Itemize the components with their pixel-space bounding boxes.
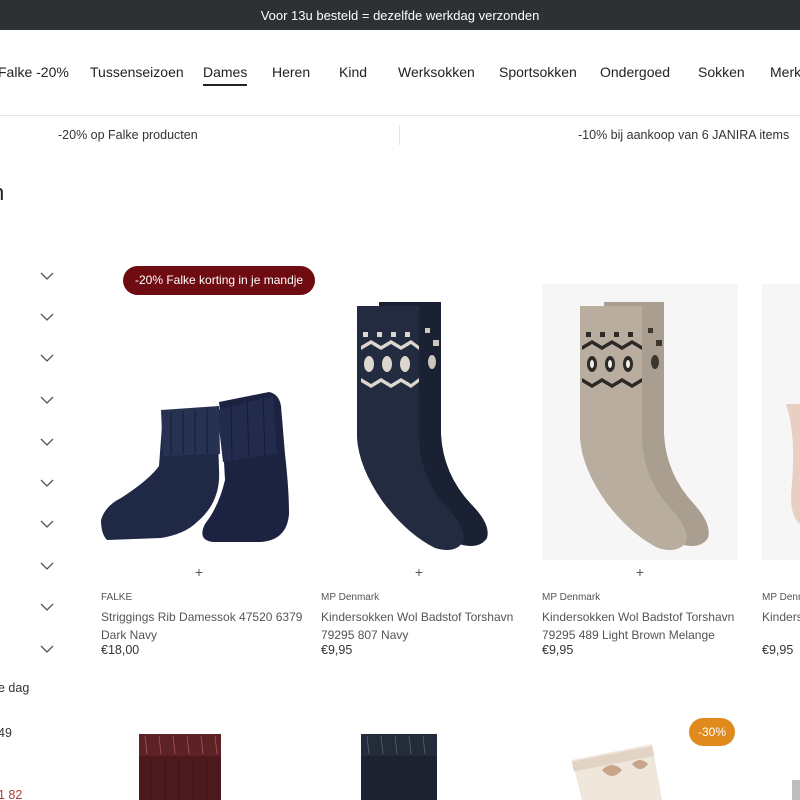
chevron-down-icon	[40, 520, 54, 528]
product-name[interactable]: Kindersokken Wol Badstof Torshavn 79295 …	[542, 608, 752, 644]
nav-item-tussenseizoen[interactable]: Tussenseizoen	[90, 64, 184, 80]
product-image[interactable]	[321, 730, 517, 800]
product-name[interactable]: Kinders 79295 8	[762, 608, 800, 626]
filter-toggle-1[interactable]	[40, 272, 54, 282]
promo-divider	[399, 125, 400, 145]
filter-toggle-3[interactable]	[40, 354, 54, 364]
promo-strip: -20% op Falke producten -10% bij aankoop…	[0, 117, 800, 153]
product-brand: MP Denmark	[542, 592, 601, 603]
product-brand: MP Denmark	[321, 592, 380, 603]
product-name[interactable]: Kindersokken Wol Badstof Torshavn 79295 …	[321, 608, 531, 644]
nav-item-heren[interactable]: Heren	[272, 64, 310, 80]
chevron-down-icon	[40, 645, 54, 653]
add-to-cart-button[interactable]: +	[101, 564, 297, 580]
chevron-down-icon	[40, 479, 54, 487]
product-brand: MP Denm	[762, 592, 800, 603]
chevron-down-icon	[40, 396, 54, 404]
add-to-cart-button[interactable]: +	[542, 564, 738, 580]
sidebar-phone-text: 1 82	[0, 788, 23, 800]
product-price: €9,95	[321, 643, 353, 657]
product-name[interactable]: Striggings Rib Damessok 47520 6379 Dark …	[101, 608, 311, 644]
filter-toggle-8[interactable]	[40, 562, 54, 572]
chevron-down-icon	[40, 603, 54, 611]
add-to-cart-button[interactable]: +	[321, 564, 517, 580]
filter-toggle-5[interactable]	[40, 438, 54, 448]
product-image[interactable]	[790, 730, 800, 800]
product-image[interactable]	[101, 730, 297, 800]
product-image[interactable]	[321, 284, 517, 560]
nav-item-merken[interactable]: Merk	[770, 64, 800, 80]
falke-discount-badge: -20% Falke korting in je mandje	[123, 266, 316, 295]
filter-toggle-2[interactable]	[40, 313, 54, 323]
nav-item-sokken[interactable]: Sokken	[698, 64, 745, 80]
filter-toggle-4[interactable]	[40, 396, 54, 406]
discount-badge: -30%	[689, 718, 735, 746]
product-brand: FALKE	[101, 592, 133, 603]
page-title: n	[0, 180, 4, 206]
filter-toggle-9[interactable]	[40, 603, 54, 613]
filter-toggle-6[interactable]	[40, 479, 54, 489]
promo-janira[interactable]: -10% bij aankoop van 6 JANIRA items	[578, 128, 789, 142]
chevron-down-icon	[40, 562, 54, 570]
product-card[interactable]: MP Denm Kinders 79295 8 €9,95	[762, 262, 800, 682]
product-image[interactable]	[101, 284, 297, 560]
nav-item-werksokken[interactable]: Werksokken	[398, 64, 475, 80]
nav-item-ondergoed[interactable]: Ondergoed	[600, 64, 670, 80]
product-image[interactable]	[762, 284, 800, 560]
nav-item-kind[interactable]: Kind	[339, 64, 367, 80]
nav-item-sportsokken[interactable]: Sportsokken	[499, 64, 577, 80]
sidebar-count-text: 49	[0, 726, 12, 740]
promo-falke[interactable]: -20% op Falke producten	[58, 128, 198, 142]
chevron-down-icon	[40, 354, 54, 362]
chevron-down-icon	[40, 313, 54, 321]
product-price: €9,95	[542, 643, 574, 657]
product-price: €18,00	[101, 643, 140, 657]
product-price: €9,95	[762, 643, 794, 657]
filter-toggle-10[interactable]	[40, 645, 54, 655]
filter-toggle-7[interactable]	[40, 520, 54, 530]
product-image[interactable]	[542, 284, 738, 560]
chevron-down-icon	[40, 272, 54, 280]
announcement-bar: Voor 13u besteld = dezelfde werkdag verz…	[0, 0, 800, 30]
sidebar-delivery-text: e dag	[0, 681, 30, 695]
nav-item-dames[interactable]: Dames	[203, 64, 248, 86]
nav-item-falke[interactable]: Falke -20%	[0, 64, 69, 80]
announcement-text: Voor 13u besteld = dezelfde werkdag verz…	[260, 7, 540, 23]
chevron-down-icon	[40, 438, 54, 446]
main-navigation: Falke -20% Tussenseizoen Dames Heren Kin…	[0, 30, 800, 116]
